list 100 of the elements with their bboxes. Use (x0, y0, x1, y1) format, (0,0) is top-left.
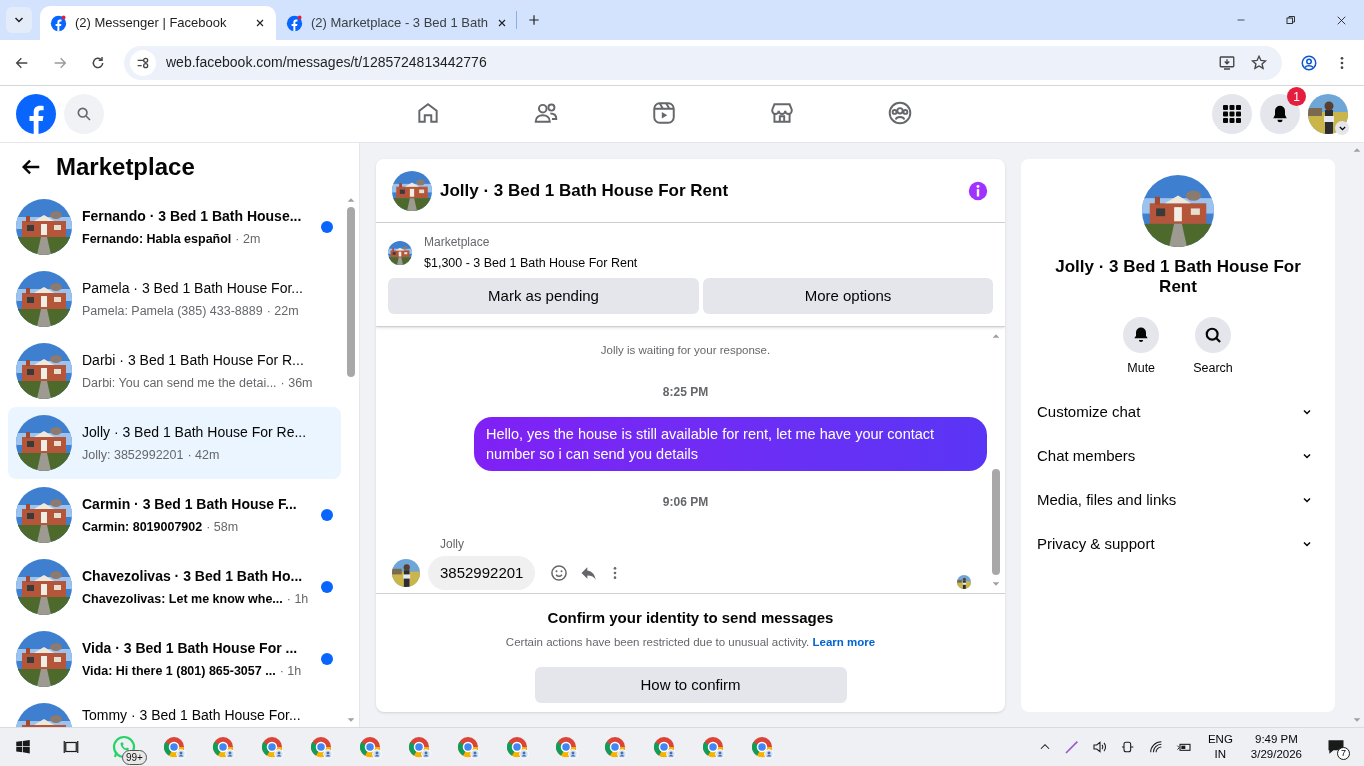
message-time: · 42m (187, 446, 220, 464)
conversation-name: Vida · 3 Bed 1 Bath House For ... (82, 638, 299, 658)
browser-tab[interactable]: (2) Marketplace - 3 Bed 1 Bath (276, 6, 512, 40)
video-icon[interactable] (651, 100, 677, 126)
store-icon[interactable] (769, 100, 795, 126)
grid-icon (1222, 104, 1242, 124)
tab-title: (2) Marketplace - 3 Bed 1 Bath (311, 14, 489, 33)
wifi-icon[interactable] (1147, 739, 1164, 755)
profile-icon[interactable] (1300, 53, 1318, 72)
conversation-item[interactable]: Fernando · 3 Bed 1 Bath House... Fernando: Habla español · 2m (8, 191, 341, 263)
search-icon (76, 106, 92, 122)
section-item[interactable]: Chat members (1029, 433, 1327, 478)
clock-time: 9:49 PM (1255, 732, 1298, 747)
section-item[interactable]: Privacy & support (1029, 521, 1327, 566)
star-icon[interactable] (1250, 53, 1268, 72)
chrome-icon[interactable] (358, 735, 382, 759)
message-preview: Darbi: You can send me the detai... (82, 374, 277, 392)
chrome-icon[interactable] (211, 735, 235, 759)
chrome-icon[interactable] (407, 735, 431, 759)
region-text: IN (1214, 747, 1227, 762)
learn-more-link[interactable]: Learn more (812, 635, 876, 648)
notification-badge: 7 (1337, 747, 1350, 760)
chrome-icon[interactable] (603, 735, 627, 759)
listing-action-button[interactable]: Mark as pending (388, 277, 699, 314)
notifications-button[interactable] (1260, 94, 1300, 134)
address-bar[interactable]: web.facebook.com/messages/t/1285724813442776 (124, 45, 1282, 80)
status-text: Jolly is waiting for your response. (599, 342, 772, 358)
task-view-icon[interactable] (62, 738, 80, 756)
info-icon[interactable] (967, 179, 989, 202)
chrome-icon[interactable] (505, 735, 529, 759)
notification-badge: 99+ (122, 750, 147, 765)
volume-icon[interactable] (1091, 739, 1108, 755)
facebook-logo[interactable] (16, 94, 56, 134)
listing-label: Marketplace (424, 234, 491, 251)
notification-badge: 1 (1287, 87, 1306, 106)
message-time: · 1h (286, 590, 309, 608)
close-icon[interactable] (254, 17, 266, 29)
listing-action-button[interactable]: More options (703, 277, 993, 314)
scrollbar-thumb[interactable] (992, 469, 1000, 575)
message-time: · 2m (235, 230, 261, 248)
facebook-icon (286, 14, 303, 32)
chrome-icon[interactable] (260, 735, 284, 759)
restore-icon[interactable] (1285, 14, 1297, 26)
notifications-icon[interactable] (1326, 737, 1346, 757)
message-time: · 58m (206, 518, 239, 536)
conversation-name: Fernando · 3 Bed 1 Bath House... (82, 206, 303, 226)
menu-button[interactable] (1212, 94, 1252, 134)
section-item[interactable]: Customize chat (1029, 389, 1327, 434)
listing-title: $1,300 - 3 Bed 1 Bath House For Rent (424, 255, 638, 272)
conversation-item[interactable]: Vida · 3 Bed 1 Bath House For ... Vida: Hi there 1 (801) 865-3057 ... · 1h (8, 623, 341, 695)
facebook-icon (50, 14, 67, 32)
tab-title: (2) Messenger | Facebook (75, 14, 228, 33)
timestamp: 9:06 PM (661, 494, 710, 511)
scrollbar-thumb[interactable] (347, 207, 355, 377)
mute-button[interactable] (1123, 317, 1160, 353)
message-preview: Pamela: Pamela (385) 433-8889 (82, 302, 263, 320)
chrome-icon[interactable] (652, 735, 676, 759)
conversation-name: Tommy · 3 Bed 1 Bath House For... (82, 706, 302, 725)
action-label: Search (1193, 360, 1233, 377)
conversation-name: Chavezolivas · 3 Bed 1 Bath Ho... (82, 566, 304, 586)
info-title: Jolly · 3 Bed 1 Bath House For Rent (1054, 257, 1302, 297)
chrome-icon[interactable] (701, 735, 725, 759)
how-to-confirm-button[interactable]: How to confirm (534, 666, 847, 703)
chrome-icon[interactable] (750, 735, 774, 759)
message-time: · 1h (279, 662, 302, 680)
search-icon (1203, 325, 1223, 345)
chrome-icon[interactable] (309, 735, 333, 759)
home-icon[interactable] (415, 100, 441, 126)
chrome-icon[interactable] (456, 735, 480, 759)
reload-icon[interactable] (90, 54, 106, 71)
section-item[interactable]: Media, files and links (1029, 477, 1327, 522)
windows-icon[interactable] (14, 738, 32, 756)
chat-title: Jolly · 3 Bed 1 Bath House For Rent (440, 179, 730, 202)
search-button[interactable] (1195, 317, 1231, 353)
conversation-name: Darbi · 3 Bed 1 Bath House For R... (82, 350, 305, 370)
conversation-name: Pamela · 3 Bed 1 Bath House For... (82, 278, 304, 298)
message-preview: Carmin: 8019007902 (82, 518, 203, 536)
pen-icon[interactable] (1063, 739, 1080, 755)
meet-icon[interactable] (1119, 739, 1136, 755)
url-text: web.facebook.com/messages/t/1285724813442776 (166, 53, 488, 72)
message-preview: Chavezolivas: Let me know whe... (82, 590, 283, 608)
conversation-item[interactable]: Carmin · 3 Bed 1 Bath House F... Carmin: 8019007902 · 58m (8, 479, 341, 551)
conversation-item[interactable]: Chavezolivas · 3 Bed 1 Bath Ho... Chavezolivas: Let me know whe... · 1h (8, 551, 341, 623)
install-icon[interactable] (1218, 53, 1236, 72)
groups-icon[interactable] (887, 100, 913, 126)
sidebar-title: Marketplace (56, 152, 195, 182)
chrome-icon[interactable] (162, 735, 186, 759)
message-time: · 22m (266, 302, 299, 320)
conversation-item[interactable]: Darbi · 3 Bed 1 Bath House For R... Darbi: You can send me the detai... · 36m (8, 335, 341, 407)
conversation-item[interactable]: Pamela · 3 Bed 1 Bath House For... Pamela: Pamela (385) 433-8889 · 22m (8, 263, 341, 335)
smiley-icon[interactable] (549, 563, 570, 583)
notice-title: Confirm your identity to send messages (547, 608, 834, 628)
seen-avatar (957, 575, 971, 589)
conversation-item[interactable]: Jolly · 3 Bed 1 Bath House For Re... Jolly: 3852992201 · 42m (8, 407, 341, 479)
browser-tab[interactable]: (2) Messenger | Facebook (40, 6, 276, 40)
message-preview: Vida: Hi there 1 (801) 865-3057 ... (82, 662, 276, 680)
plus-icon[interactable] (527, 13, 541, 27)
chrome-icon[interactable] (554, 735, 578, 759)
message-time: · 36m (280, 374, 313, 392)
action-label: Mute (1127, 360, 1156, 377)
